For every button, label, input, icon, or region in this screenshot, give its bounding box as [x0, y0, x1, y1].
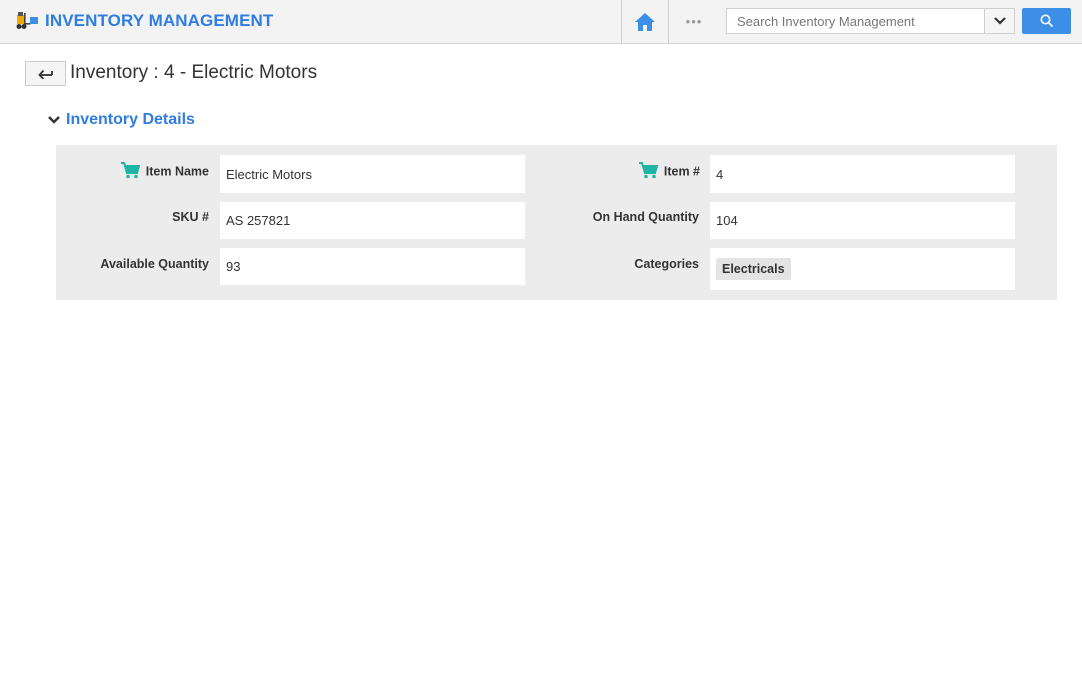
search-scope-dropdown[interactable] — [985, 8, 1015, 34]
home-button[interactable] — [621, 0, 669, 44]
on-hand-quantity-field[interactable]: 104 — [710, 202, 1015, 239]
search-icon — [1040, 14, 1053, 28]
item-number-label-wrap: Item # — [596, 162, 700, 182]
section-title-inventory-details[interactable]: Inventory Details — [66, 111, 195, 129]
search-button[interactable] — [1022, 8, 1071, 34]
categories-label: Categories — [634, 257, 699, 271]
chevron-down-icon — [48, 116, 60, 124]
category-chip[interactable]: Electricals — [716, 258, 791, 280]
cart-icon — [120, 162, 141, 182]
app-title[interactable]: INVENTORY MANAGEMENT — [45, 11, 273, 31]
cart-icon — [638, 162, 659, 182]
search-input[interactable] — [726, 8, 985, 34]
chevron-down-icon — [993, 17, 1006, 25]
categories-field[interactable]: Electricals — [710, 248, 1015, 290]
item-number-field[interactable]: 4 — [710, 155, 1015, 193]
available-quantity-label: Available Quantity — [100, 257, 209, 271]
back-button[interactable] — [25, 61, 66, 86]
more-options-button[interactable]: ••• — [680, 12, 708, 32]
collapse-section-toggle[interactable] — [47, 112, 61, 128]
item-name-label-wrap: Item Name — [100, 162, 209, 182]
item-name-label: Item Name — [145, 164, 209, 179]
item-number-label: Item # — [663, 164, 700, 179]
item-name-field[interactable]: Electric Motors — [220, 155, 525, 193]
sku-label: SKU # — [172, 210, 209, 224]
page-title: Inventory : 4 - Electric Motors — [70, 62, 318, 83]
forklift-logo-icon — [15, 11, 39, 31]
available-quantity-field[interactable]: 93 — [220, 248, 525, 285]
inventory-details-panel: Item Name Electric Motors Item # 4 SKU #… — [56, 145, 1057, 300]
on-hand-quantity-label: On Hand Quantity — [592, 210, 699, 224]
back-arrow-icon — [37, 69, 53, 79]
sku-field[interactable]: AS 257821 — [220, 202, 525, 239]
top-bar: INVENTORY MANAGEMENT ••• — [0, 0, 1082, 44]
home-icon — [635, 13, 655, 31]
